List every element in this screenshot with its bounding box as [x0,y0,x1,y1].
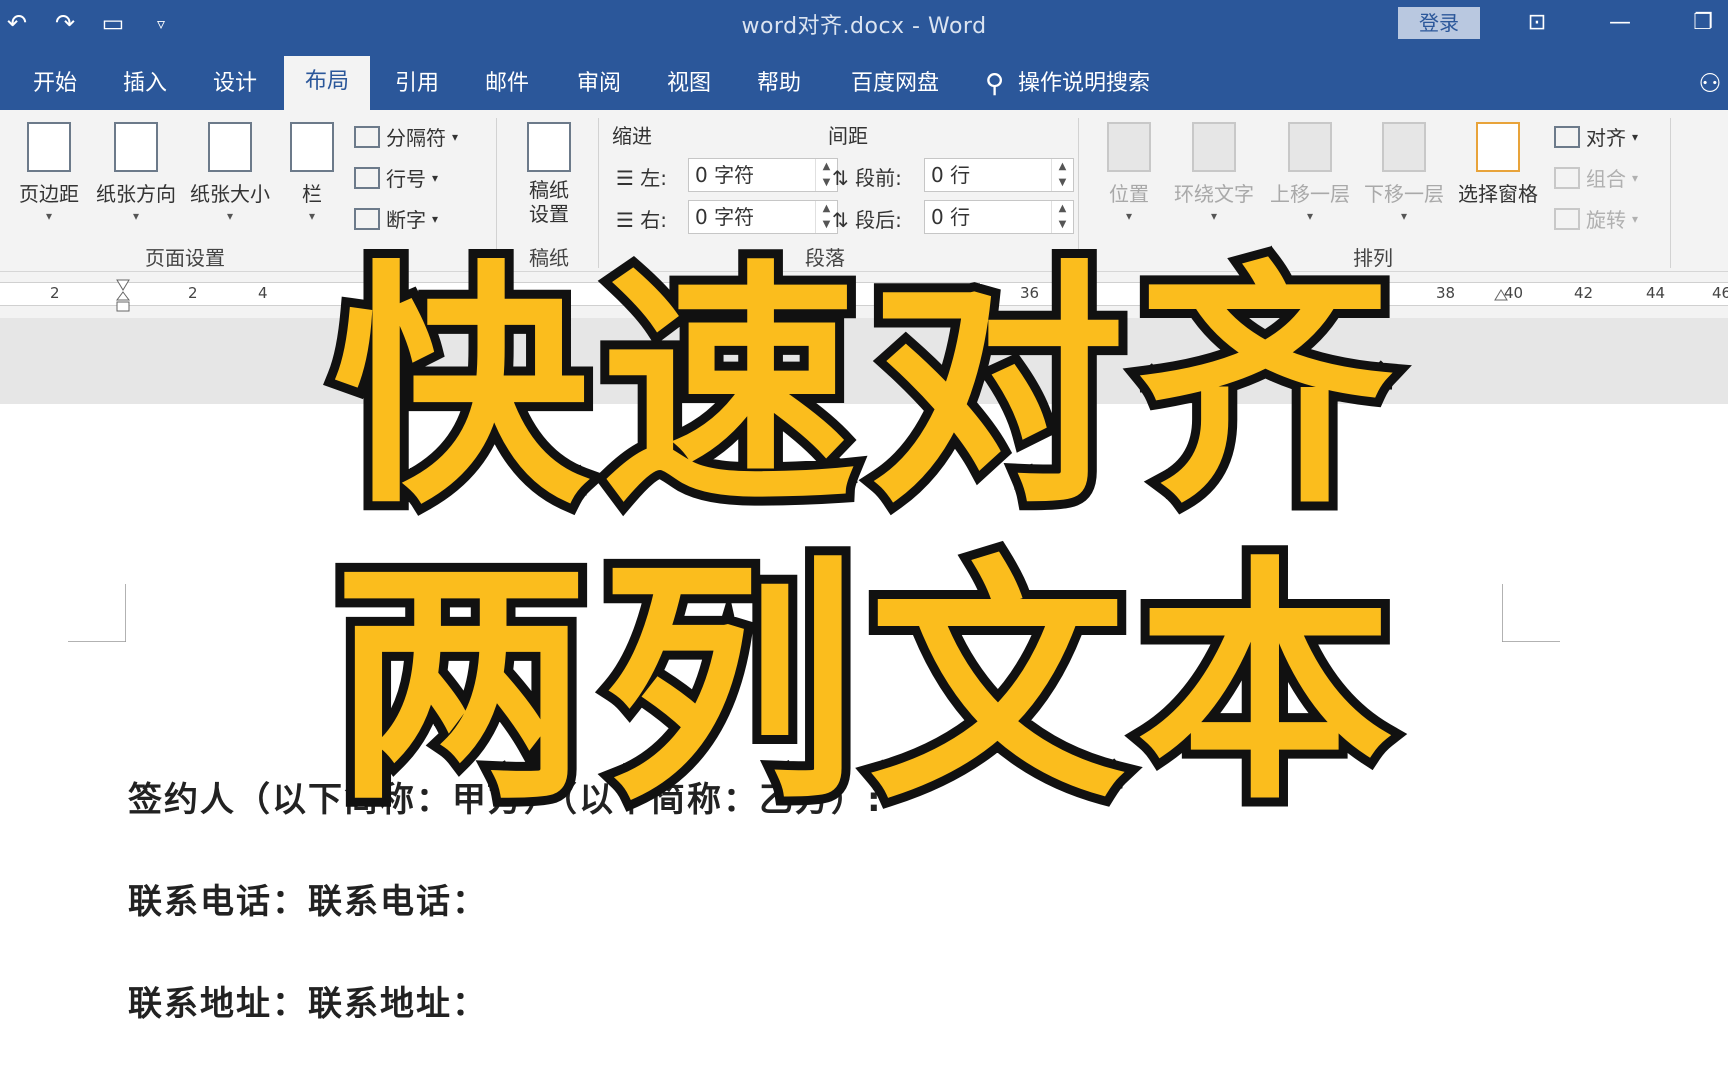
hyphenation-button[interactable]: 断字 ▾ [354,204,438,233]
chevron-down-icon: ▾ [1125,209,1133,223]
document-line[interactable]: 联系地址：联系地址： [128,976,488,1025]
send-backward-button[interactable]: 下移一层 ▾ [1358,122,1450,223]
margins-icon [27,122,71,172]
tab-references[interactable]: 引用 [382,58,452,110]
spacing-after-label: ⇅ 段后: [832,208,902,232]
align-button[interactable]: 对齐 ▾ [1554,122,1638,151]
orientation-icon [114,122,158,172]
minimize-icon[interactable]: — [1597,6,1643,40]
rotate-button[interactable]: 旋转 ▾ [1554,204,1638,233]
left-indent-marker[interactable] [116,278,130,312]
ribbon-tabs: 开始 插入 设计 布局 引用 邮件 审阅 视图 帮助 百度网盘 ⚲ 操作说明搜索… [0,46,1728,110]
breaks-icon [354,125,380,148]
lightbulb-icon: ⚲ [985,69,1005,99]
indent-left-label: ☰ 左: [616,166,668,190]
position-button[interactable]: 位置 ▾ [1094,122,1164,223]
draft-paper-icon [527,122,571,172]
crop-mark-top-right [1502,584,1560,642]
spacing-after-input[interactable]: 0 行 ▲ ▼ [924,200,1074,234]
spinner-arrows[interactable]: ▲ ▼ [1051,201,1073,233]
indent-right-label: ☰ 右: [616,208,668,232]
spacing-after-icon: ⇅ [832,208,849,232]
columns-button[interactable]: 栏 ▾ [284,122,340,223]
align-icon [1554,125,1580,148]
document-line[interactable]: 联系电话：联系电话： [128,874,488,923]
tab-view[interactable]: 视图 [654,58,724,110]
group-button[interactable]: 组合 ▾ [1554,163,1638,192]
spacing-title: 间距 [828,124,868,148]
columns-icon [290,122,334,172]
overlay-title-line-2: 两列文本 [324,531,1405,839]
restore-icon[interactable]: ❐ [1680,6,1726,40]
chevron-down-icon: ▾ [45,209,53,223]
group-icon [1554,166,1580,189]
breaks-button[interactable]: 分隔符 ▾ [354,122,458,151]
chevron-down-icon: ▾ [1400,209,1408,223]
line-numbers-icon [354,166,380,189]
paper-size-icon [208,122,252,172]
rotate-icon [1554,207,1580,230]
overlay-title-line-1: 快速对齐 [324,235,1405,543]
orientation-button[interactable]: 纸张方向 ▾ [88,122,184,223]
position-icon [1107,122,1151,172]
chevron-down-icon: ▾ [1306,209,1314,223]
ruler-number: 2 [50,284,60,302]
tab-baidu-netdisk[interactable]: 百度网盘 [840,58,950,110]
indent-right-input[interactable]: 0 字符 ▲ ▼ [688,200,838,234]
margins-button[interactable]: 页边距 ▾ [14,122,84,223]
ruler-number: 4 [258,284,268,302]
bring-forward-button[interactable]: 上移一层 ▾ [1264,122,1356,223]
spinner-arrows[interactable]: ▲ ▼ [1051,159,1073,191]
ribbon-display-options-icon[interactable]: ⊡ [1514,6,1560,40]
indent-left-input[interactable]: 0 字符 ▲ ▼ [688,158,838,192]
bring-forward-icon [1288,122,1332,172]
tab-help[interactable]: 帮助 [744,58,814,110]
ruler-number: 42 [1574,284,1594,302]
chevron-down-icon: ▾ [308,209,316,223]
spacing-before-icon: ⇅ [832,166,849,190]
selection-pane-button[interactable]: 选择窗格 [1452,122,1544,207]
chevron-down-icon: ▾ [226,209,234,223]
tab-layout[interactable]: 布局 [284,56,370,110]
size-button[interactable]: 纸张大小 ▾ [182,122,278,223]
draft-settings-button[interactable]: 稿纸 设置 [514,122,584,226]
group-separator [1670,118,1671,268]
chevron-down-icon: ▾ [1210,209,1218,223]
ruler-number: 2 [188,284,198,302]
hyphenation-icon [354,207,380,230]
wrap-text-button[interactable]: 环绕文字 ▾ [1168,122,1260,223]
chevron-down-icon: ▾ [132,209,140,223]
title-bar: ↶ ↷ ▭ ▿ word对齐.docx - Word 登录 ⊡ — ❐ [0,0,1728,46]
indent-right-icon: ☰ [616,208,634,232]
account-icon[interactable]: ⚇ [1692,58,1728,110]
indent-title: 缩进 [612,124,652,148]
ruler-number: 44 [1646,284,1666,302]
tell-me-label: 操作说明搜索 [1018,71,1151,96]
tab-home[interactable]: 开始 [20,58,90,110]
tab-mailings[interactable]: 邮件 [472,58,542,110]
tab-insert[interactable]: 插入 [110,58,180,110]
tell-me-search[interactable]: ⚲ 操作说明搜索 [985,58,1150,110]
ruler-number: 46 [1712,284,1728,302]
indent-left-icon: ☰ [616,166,634,190]
tab-review[interactable]: 审阅 [564,58,634,110]
wrap-text-icon [1192,122,1236,172]
right-indent-marker[interactable] [1494,278,1508,312]
group-label-page-setup: 页面设置 [145,246,225,270]
spacing-before-label: ⇅ 段前: [832,166,902,190]
line-numbers-button[interactable]: 行号 ▾ [354,163,438,192]
crop-mark-top-left [68,584,126,642]
spacing-before-input[interactable]: 0 行 ▲ ▼ [924,158,1074,192]
login-button[interactable]: 登录 [1398,7,1480,39]
send-backward-icon [1382,122,1426,172]
selection-pane-icon [1476,122,1520,172]
tab-design[interactable]: 设计 [200,58,270,110]
